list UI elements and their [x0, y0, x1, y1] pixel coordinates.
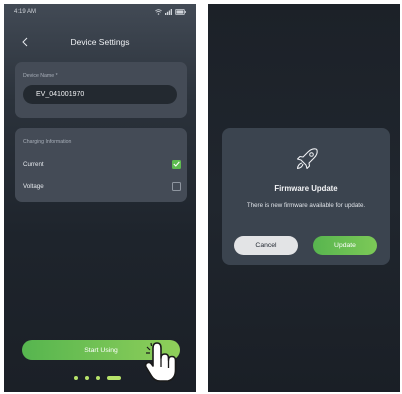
- page-dot[interactable]: [96, 376, 100, 380]
- option-row-voltage: Voltage: [23, 180, 181, 192]
- device-settings-screen: 4:19 AM Device Settings Device Name * Ch…: [4, 4, 196, 392]
- dialog-title: Firmware Update: [274, 184, 338, 193]
- status-time: 4:19 AM: [14, 9, 37, 15]
- page-title: Device Settings: [70, 37, 130, 47]
- option-label-voltage: Voltage: [23, 182, 44, 190]
- charging-info-title: Charging Information: [23, 139, 72, 145]
- page-dot-active[interactable]: [107, 376, 121, 380]
- rocket-icon: [296, 148, 318, 170]
- device-name-input[interactable]: [23, 85, 177, 104]
- dialog-message: There is new firmware available for upda…: [246, 202, 366, 209]
- current-checkbox[interactable]: [172, 159, 181, 169]
- firmware-update-screen: Firmware Update There is new firmware av…: [208, 4, 400, 392]
- option-label-current: Current: [23, 160, 44, 168]
- update-button[interactable]: Update: [313, 236, 377, 255]
- status-icons: [155, 9, 186, 15]
- voltage-checkbox[interactable]: [172, 181, 181, 191]
- device-name-card: Device Name *: [15, 62, 187, 118]
- battery-icon: [175, 9, 186, 15]
- charging-info-card: Charging Information Current Voltage: [15, 128, 187, 202]
- page-indicator: [74, 376, 121, 380]
- option-row-current: Current: [23, 158, 181, 170]
- page-dot[interactable]: [74, 376, 78, 380]
- check-icon: [173, 161, 180, 167]
- firmware-update-dialog: Firmware Update There is new firmware av…: [222, 128, 390, 265]
- hand-pointer-icon: [144, 342, 177, 382]
- device-name-label: Device Name *: [23, 73, 58, 79]
- signal-icon: [165, 9, 172, 15]
- page-dot[interactable]: [85, 376, 89, 380]
- wifi-icon: [155, 9, 162, 15]
- cancel-button[interactable]: Cancel: [234, 236, 298, 255]
